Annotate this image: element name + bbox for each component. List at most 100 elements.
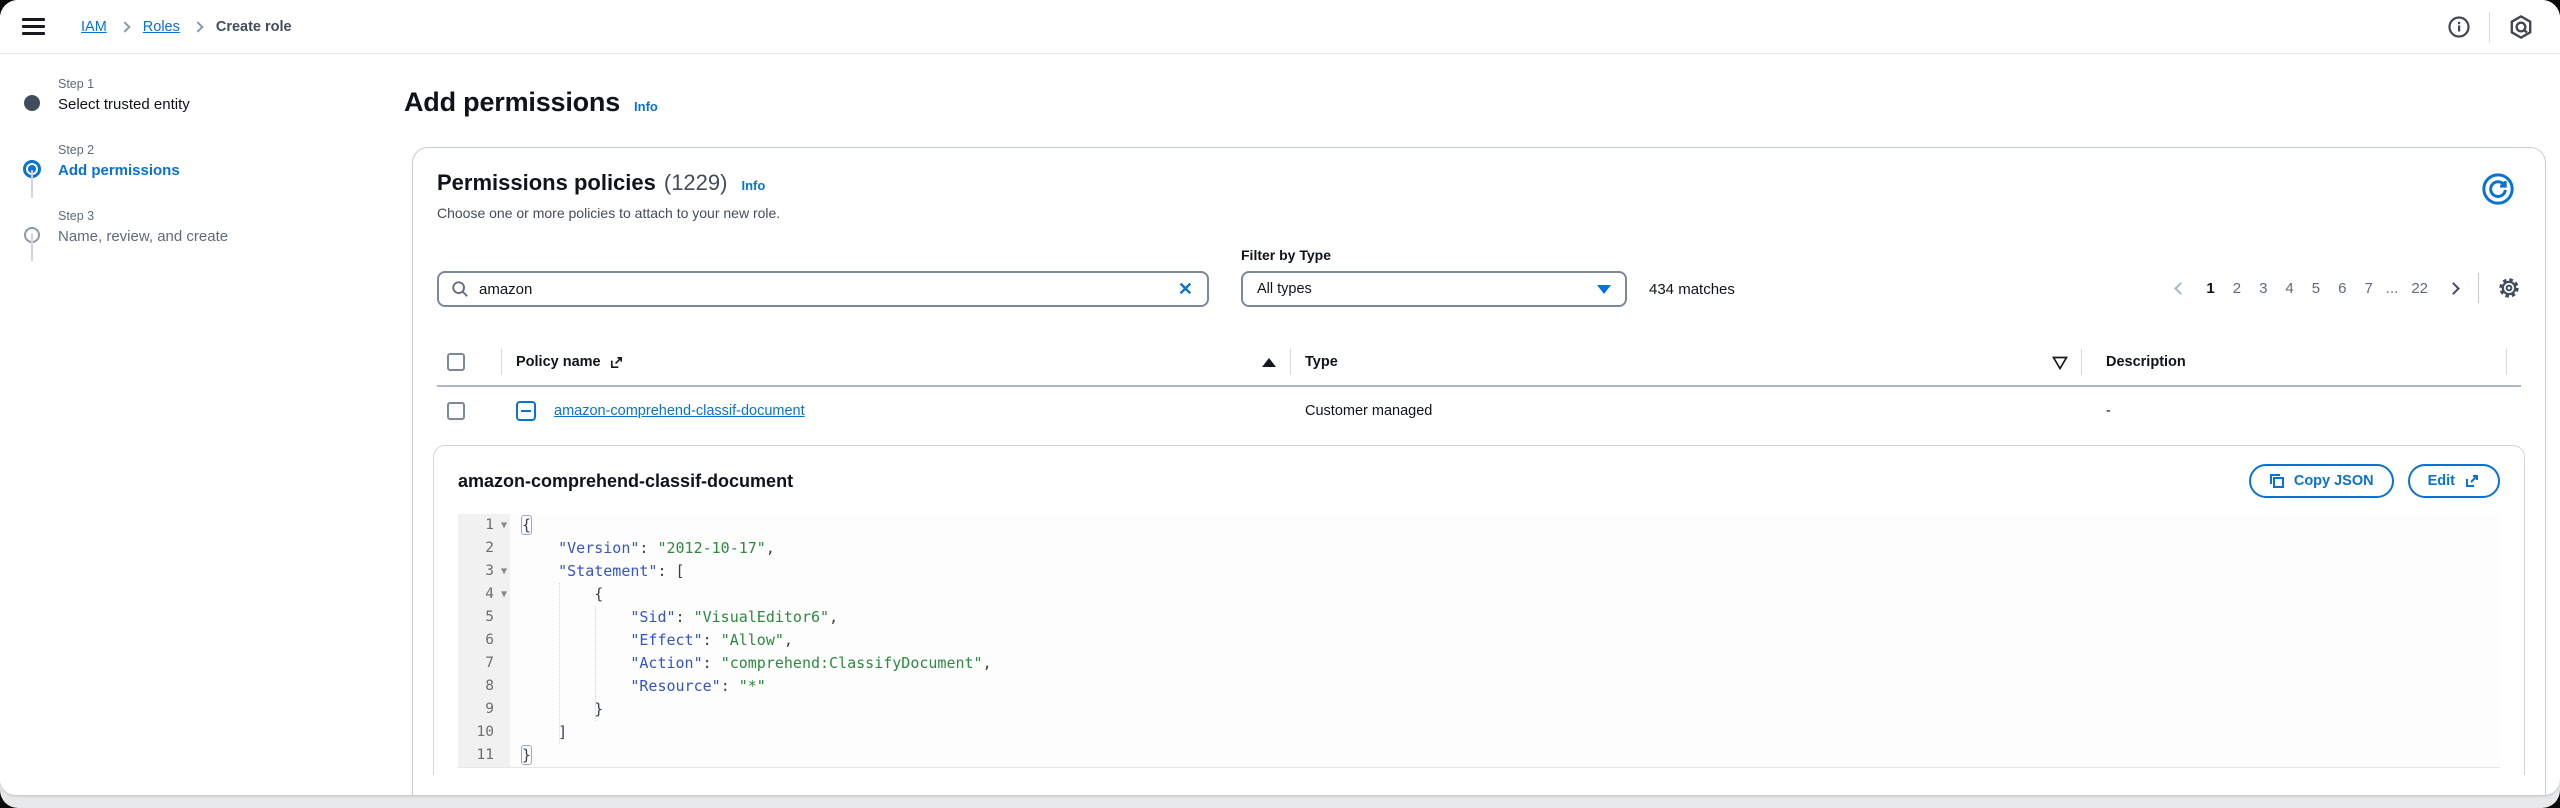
matches-count: 434 matches	[1649, 281, 1735, 298]
step3-number: Step 3	[58, 209, 95, 223]
policy-detail-title: amazon-comprehend-classif-document	[458, 470, 794, 491]
code-line: 9 }	[458, 698, 2500, 721]
copy-json-button[interactable]: Copy JSON	[2248, 464, 2394, 498]
policy-search-field[interactable]: ✕	[437, 271, 1209, 307]
clear-search-icon[interactable]: ✕	[1176, 279, 1195, 300]
caret-down-icon	[1597, 284, 1611, 294]
fold-caret-icon[interactable]: ▼	[501, 514, 507, 537]
breadcrumb-create-role: Create role	[215, 18, 292, 35]
chevron-right-icon	[119, 20, 131, 33]
search-input[interactable]	[479, 280, 1176, 298]
pagination-page-2[interactable]: 2	[2224, 276, 2250, 301]
fold-caret-icon[interactable]: ▼	[501, 583, 507, 606]
breadcrumb-iam[interactable]: IAM	[81, 19, 107, 35]
row-checkbox[interactable]	[447, 402, 465, 420]
column-type[interactable]: Type	[1305, 354, 1338, 370]
filter-by-type-label: Filter by Type	[1241, 247, 1331, 263]
step-add-permissions[interactable]: Step 2 Add permissions	[23, 143, 404, 179]
code-line: 1 ▼{	[458, 514, 2500, 537]
line-number: 2	[458, 537, 510, 560]
pagination-page-7[interactable]: 7	[2355, 276, 2381, 301]
code-editor[interactable]: 1 ▼{2 "Version": "2012-10-17", 3 ▼ "Stateme…	[458, 514, 2500, 768]
code-line: 3 ▼ "Statement": [	[458, 560, 2500, 583]
controls-divider	[2478, 273, 2479, 303]
type-filter-value: All types	[1257, 281, 1312, 297]
policies-table: Policy name Type Description amazon-comp…	[437, 339, 2521, 435]
pagination-page-4[interactable]: 4	[2276, 276, 2302, 301]
sort-ascending-icon[interactable]	[1262, 357, 1276, 367]
step1-complete-dot-icon	[24, 95, 40, 111]
panel-info-link[interactable]: Info	[741, 178, 765, 193]
select-all-checkbox[interactable]	[447, 353, 465, 371]
line-number: 11	[458, 744, 510, 767]
line-number: 5	[458, 606, 510, 629]
indent-guide	[595, 606, 596, 721]
pagination-page-1[interactable]: 1	[2197, 276, 2223, 301]
step-name-review-create[interactable]: Step 3 Name, review, and create	[24, 209, 404, 245]
code-line: 10 ]	[458, 721, 2500, 744]
column-description[interactable]: Description	[2106, 354, 2186, 370]
topbar-divider	[2489, 11, 2490, 42]
aws-console-app: IAM Roles Create role Step 1 Select trus…	[0, 0, 2560, 795]
pagination-page-3[interactable]: 3	[2250, 276, 2276, 301]
refresh-icon[interactable]	[2481, 172, 2515, 206]
step-select-trusted-entity[interactable]: Step 1 Select trusted entity	[24, 77, 404, 113]
step2-label: Add permissions	[58, 162, 180, 179]
pagination-page-6[interactable]: 6	[2329, 276, 2355, 301]
step-connector	[31, 170, 33, 198]
line-number: 1 ▼	[458, 514, 510, 537]
code-line: 5 "Sid": "VisualEditor6",	[458, 606, 2500, 629]
main-content: Add permissions Info Permissions policie…	[404, 55, 2560, 795]
pagination-next-icon[interactable]	[2447, 281, 2460, 295]
external-link-icon	[2466, 475, 2478, 487]
browser-window: IAM Roles Create role Step 1 Select trus…	[0, 0, 2560, 808]
info-icon[interactable]	[2447, 15, 2471, 39]
step-connector	[31, 233, 33, 261]
step2-number: Step 2	[58, 143, 95, 157]
line-number: 9	[458, 698, 510, 721]
type-filter-select[interactable]: All types	[1241, 271, 1627, 307]
policy-name-link[interactable]: amazon-comprehend-classif-document	[554, 403, 805, 419]
external-link-icon	[610, 356, 622, 368]
permissions-policies-panel: Permissions policies (1229) Info Choose …	[412, 147, 2546, 795]
table-header-row: Policy name Type Description	[437, 339, 2521, 387]
gear-icon[interactable]	[2497, 276, 2521, 300]
wizard-steps-sidebar: Step 1 Select trusted entity Step 2 Add …	[0, 55, 404, 795]
line-number: 7	[458, 652, 510, 675]
step3-label: Name, review, and create	[58, 228, 229, 245]
line-number: 10	[458, 721, 510, 744]
column-policy-name[interactable]: Policy name	[516, 354, 601, 370]
chevron-right-icon	[192, 20, 204, 33]
copy-icon	[2269, 474, 2284, 488]
table-row: amazon-comprehend-classif-document Custo…	[437, 387, 2521, 435]
code-line: 6 "Effect": "Allow",	[458, 629, 2500, 652]
page-title: Add permissions	[404, 87, 621, 117]
page-info-link[interactable]: Info	[634, 99, 658, 114]
collapse-row-icon[interactable]	[516, 401, 536, 421]
code-line: 7 "Action": "comprehend:ClassifyDocument…	[458, 652, 2500, 675]
edit-button[interactable]: Edit	[2407, 464, 2500, 498]
panel-count: (1229)	[663, 170, 728, 195]
top-navigation-bar: IAM Roles Create role	[0, 0, 2560, 54]
hamburger-menu-icon[interactable]	[22, 18, 45, 35]
line-number: 8	[458, 675, 510, 698]
step1-label: Select trusted entity	[58, 96, 190, 113]
breadcrumb-roles[interactable]: Roles	[143, 19, 180, 35]
pagination-prev-icon[interactable]	[2174, 281, 2188, 295]
amazon-q-icon[interactable]	[2508, 14, 2534, 40]
step1-number: Step 1	[58, 77, 95, 91]
policy-type-cell: Customer managed	[1305, 403, 1433, 419]
policy-detail-panel: amazon-comprehend-classif-document Copy …	[433, 445, 2525, 775]
column-divider	[2506, 349, 2507, 375]
pagination-page-5[interactable]: 5	[2303, 276, 2329, 301]
search-icon	[452, 281, 468, 297]
code-line: 11}	[458, 744, 2500, 767]
fold-caret-icon[interactable]: ▼	[501, 560, 507, 583]
pagination: 1 2 3 4 5 6 7... 22	[2174, 280, 2460, 297]
line-number: 3 ▼	[458, 560, 510, 583]
policy-description-cell: -	[2106, 403, 2111, 419]
filter-column-icon[interactable]	[2052, 356, 2068, 370]
pagination-page-22[interactable]: 22	[2402, 276, 2437, 301]
panel-title: Permissions policies	[437, 170, 656, 195]
code-line: 2 "Version": "2012-10-17",	[458, 537, 2500, 560]
